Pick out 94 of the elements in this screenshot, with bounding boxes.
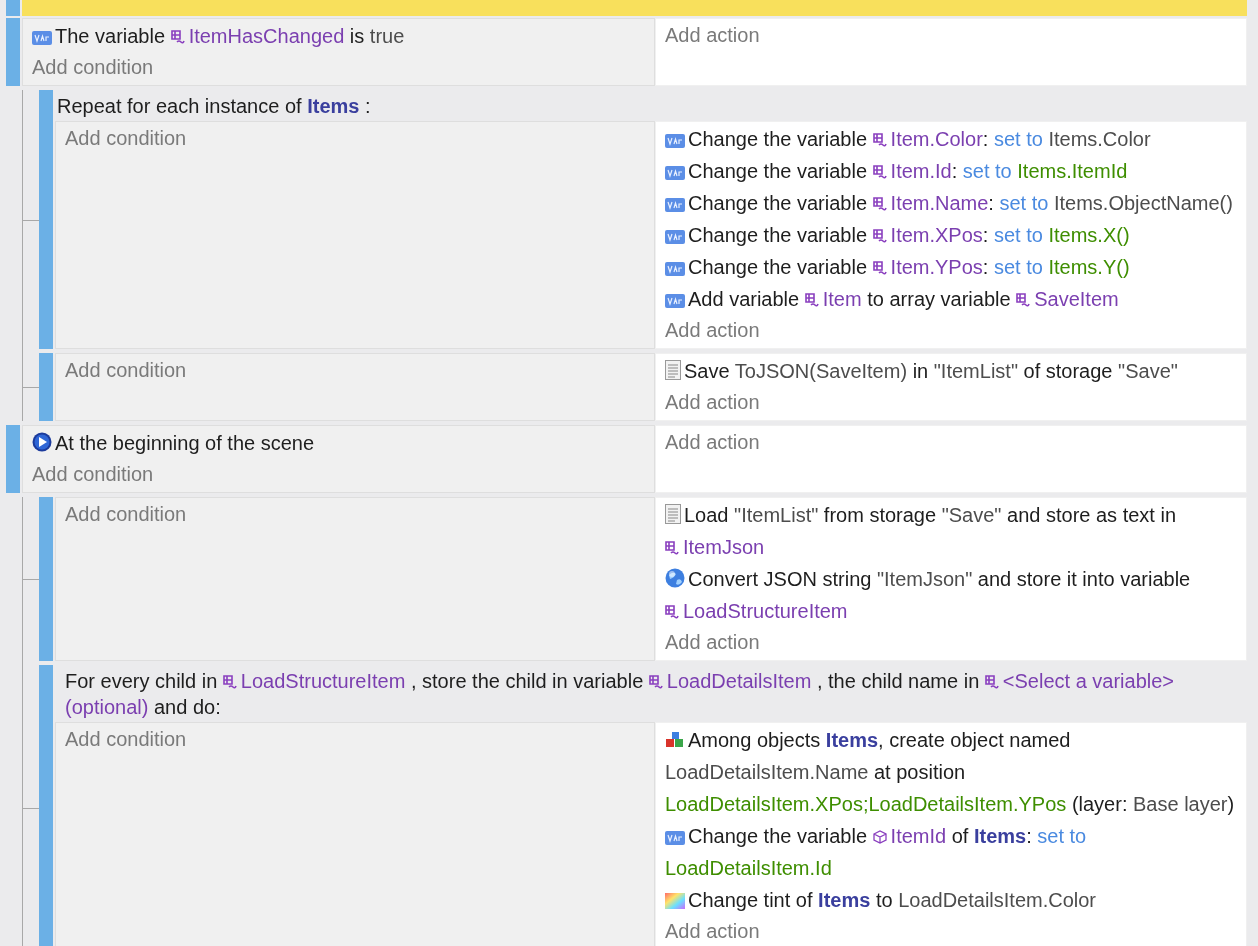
add-action-link[interactable]: Add action: [665, 319, 760, 341]
punctuation-text: :: [988, 192, 994, 214]
variable-name: LoadStructureItem: [683, 600, 848, 622]
variable-name: Item.XPos: [890, 224, 983, 246]
parameter-value: true: [369, 25, 405, 47]
add-condition-link[interactable]: Add condition: [65, 127, 187, 149]
expression-text: Items.Y(): [1048, 256, 1130, 278]
object-name: Items: [973, 825, 1027, 847]
punctuation-text: :: [1026, 825, 1032, 847]
variable-name: Item.YPos: [890, 256, 983, 278]
instruction-text: and store as text in: [1007, 504, 1176, 526]
instruction-text: Change the variable: [688, 224, 867, 246]
variable-name: Item.Id: [890, 160, 952, 182]
instruction-text: , the child name in: [816, 670, 980, 692]
instruction-text: Change the variable: [688, 128, 867, 150]
variable-name: SaveItem: [1034, 288, 1119, 310]
variable-name: LoadStructureItem: [240, 670, 406, 692]
variable-name: <Select a variable>: [1002, 670, 1175, 692]
instruction-text: (layer:: [1071, 793, 1128, 815]
instruction-text: in: [912, 360, 929, 382]
add-condition-link[interactable]: Add condition: [65, 728, 187, 750]
expression-text: Items.ItemId: [1017, 160, 1128, 182]
expression-text: Items.X(): [1048, 224, 1130, 246]
parameter-value: Base layer: [1133, 793, 1228, 815]
punctuation-text: :: [982, 256, 989, 278]
instruction-text: Change the variable: [688, 825, 867, 847]
expression-text: LoadDetailsItem.Id: [665, 857, 832, 879]
instruction-text: Repeat for each instance of: [57, 95, 302, 117]
instruction-text: For every child in: [65, 670, 218, 692]
instruction-text: At the beginning of the scene: [55, 432, 315, 454]
add-action-link[interactable]: Add action: [665, 431, 760, 453]
operator-text: set to: [1037, 825, 1087, 847]
parameter-value: "ItemList": [933, 360, 1018, 382]
instruction-text: :: [365, 95, 371, 117]
instruction-text: Change the variable: [688, 256, 867, 278]
parameter-value: LoadDetailsItem.Color: [898, 889, 1097, 911]
instruction-text: The variable: [55, 25, 166, 47]
instruction-text: Convert JSON string: [688, 568, 872, 590]
object-variable-name: ItemId: [890, 825, 947, 847]
instruction-text: Change the variable: [688, 192, 867, 214]
instruction-text: of storage: [1023, 360, 1113, 382]
parameter-value: "ItemList": [734, 504, 819, 526]
parameter-value: "ItemJson": [876, 568, 973, 590]
parameter-value: Items.Color: [1048, 128, 1151, 150]
instruction-text: at position: [874, 761, 966, 783]
operator-text: set to: [993, 256, 1043, 278]
variable-name: LoadDetailsItem: [666, 670, 812, 692]
instruction-text: to array variable: [867, 288, 1011, 310]
instruction-text: Add variable: [688, 288, 800, 310]
instruction-text: and store it into variable: [977, 568, 1191, 590]
object-name: Items: [818, 889, 871, 911]
parameter-value: ToJSON(SaveItem): [734, 360, 908, 382]
hint-text: (optional): [65, 696, 149, 718]
instruction-text: Change the variable: [688, 160, 867, 182]
variable-name: ItemHasChanged: [188, 25, 345, 47]
add-action-link[interactable]: Add action: [665, 24, 760, 46]
instruction-text: Load: [684, 504, 729, 526]
instruction-text: is: [349, 25, 365, 47]
add-condition-link[interactable]: Add condition: [65, 503, 187, 525]
variable-name: Item: [822, 288, 862, 310]
punctuation-text: :: [951, 160, 958, 182]
instruction-text: Change tint of: [688, 889, 813, 911]
operator-text: set to: [962, 160, 1012, 182]
parameter-value: LoadDetailsItem.Name: [665, 761, 869, 783]
instruction-text: create object named: [889, 729, 1071, 751]
instruction-text: and do:: [153, 696, 221, 718]
object-name: Items: [307, 95, 360, 117]
add-action-link[interactable]: Add action: [665, 631, 760, 653]
variable-name: Item.Color: [890, 128, 983, 150]
punctuation-text: :: [982, 224, 989, 246]
add-condition-link[interactable]: Add condition: [65, 359, 187, 381]
parameter-value: "Save": [1118, 360, 1178, 382]
instruction-text: Save: [684, 360, 730, 382]
add-action-link[interactable]: Add action: [665, 920, 760, 942]
punctuation-text: ): [1227, 793, 1235, 815]
parameter-value: "Save": [941, 504, 1002, 526]
variable-name: ItemJson: [683, 536, 765, 558]
operator-text: set to: [993, 224, 1043, 246]
expression-text: LoadDetailsItem.XPos;LoadDetailsItem.YPos: [665, 793, 1067, 815]
operator-text: set to: [993, 128, 1043, 150]
variable-name: Item.Name: [890, 192, 989, 214]
punctuation-text: ,: [878, 729, 884, 751]
parameter-value: Items.ObjectName(): [1053, 192, 1233, 214]
instruction-text: from storage: [823, 504, 937, 526]
instruction-text: , store the child in variable: [410, 670, 644, 692]
instruction-text: of: [951, 825, 969, 847]
add-condition-link[interactable]: Add condition: [32, 463, 154, 485]
add-condition-link[interactable]: Add condition: [32, 56, 154, 78]
punctuation-text: :: [982, 128, 989, 150]
object-name: Items: [825, 729, 879, 751]
operator-text: set to: [999, 192, 1049, 214]
instruction-text: Among objects: [688, 729, 821, 751]
add-action-link[interactable]: Add action: [665, 391, 760, 413]
instruction-text: to: [875, 889, 893, 911]
